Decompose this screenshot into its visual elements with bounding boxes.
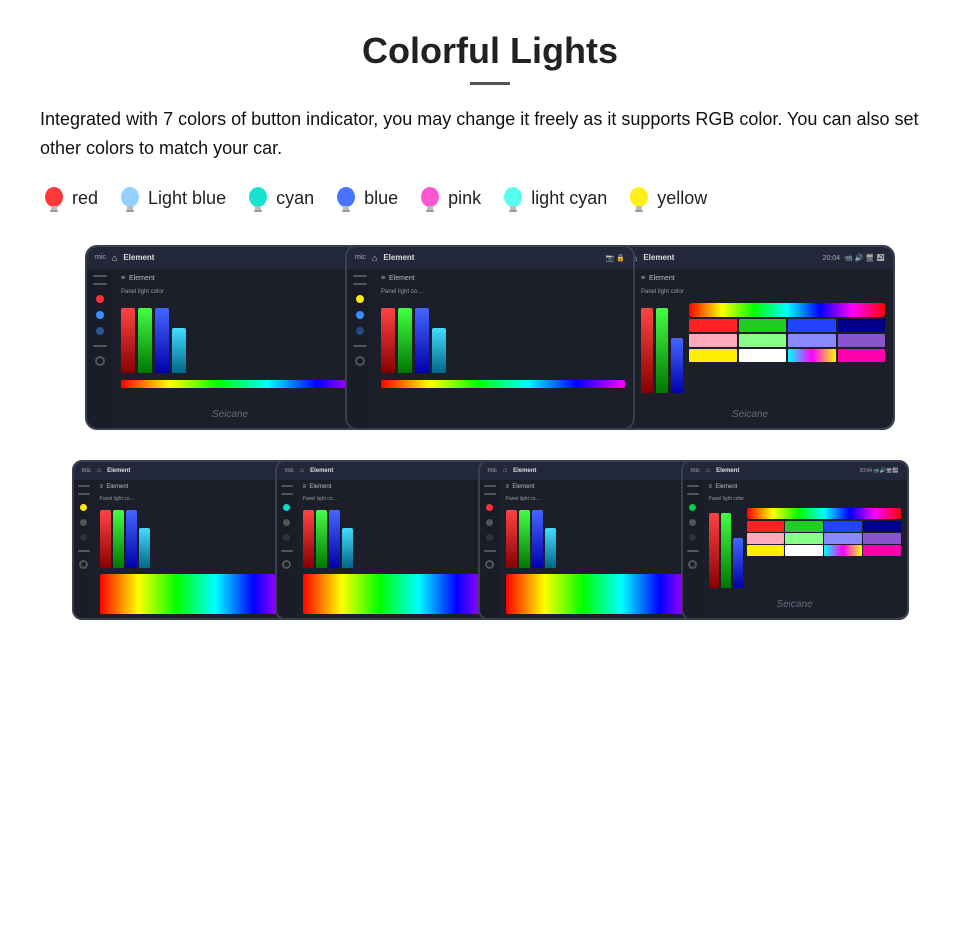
color-item-lightcyan: light cyan (499, 181, 607, 217)
lightcyan-bulb-icon (499, 181, 527, 217)
color-item-cyan: cyan (244, 181, 314, 217)
panel-title-1: Panel light color (121, 289, 365, 295)
cyan-bulb-icon (244, 181, 272, 217)
yellow-bulb-icon (625, 181, 653, 217)
screen-bottom-3: mic ⌂ Element 📷 🔒 (478, 460, 706, 620)
color-label-cyan: cyan (276, 188, 314, 209)
page-wrapper: Colorful Lights Integrated with 7 colors… (0, 0, 980, 670)
pink-bulb-icon (416, 181, 444, 217)
color-label-blue: blue (364, 188, 398, 209)
color-label-lightblue: Light blue (148, 188, 226, 209)
color-label-pink: pink (448, 188, 481, 209)
description-text: Integrated with 7 colors of button indic… (40, 105, 940, 163)
color-item-lightblue: Light blue (116, 181, 226, 217)
red-bulb-icon (40, 181, 68, 217)
bottom-screens-row: mic ⌂ Element 📷 🔒 (40, 460, 940, 620)
top-screens-row: mic ⌂ Element 📷 🔒 (40, 245, 940, 430)
title-divider (470, 82, 510, 85)
blue-bulb-icon (332, 181, 360, 217)
color-indicators-row: red Light blue cyan (40, 181, 940, 217)
screen-bottom-2: mic ⌂ Element 📷 🔒 (275, 460, 503, 620)
color-item-red: red (40, 181, 98, 217)
screen-top-1: mic ⌂ Element 📷 🔒 (85, 245, 375, 430)
color-label-red: red (72, 188, 98, 209)
screen-bottom-4: mic ⌂ Element 20:04 📹🔊🖥↩ (681, 460, 909, 620)
watermark-top: Seicane (732, 409, 768, 420)
watermark-bottom: Seicane (776, 599, 812, 610)
screen-top-3: mic ⌂ Element 20:04 📹 🔊 🖥 ↩ (605, 245, 895, 430)
color-item-yellow: yellow (625, 181, 707, 217)
watermark-1: Seicane (212, 409, 248, 420)
lightblue-bulb-icon (116, 181, 144, 217)
color-item-blue: blue (332, 181, 398, 217)
screen-top-2: mic ⌂ Element 📷 🔒 (345, 245, 635, 430)
screen-bottom-1: mic ⌂ Element 📷 🔒 (72, 460, 300, 620)
page-title: Colorful Lights (40, 30, 940, 72)
color-label-yellow: yellow (657, 188, 707, 209)
color-label-lightcyan: light cyan (531, 188, 607, 209)
color-item-pink: pink (416, 181, 481, 217)
